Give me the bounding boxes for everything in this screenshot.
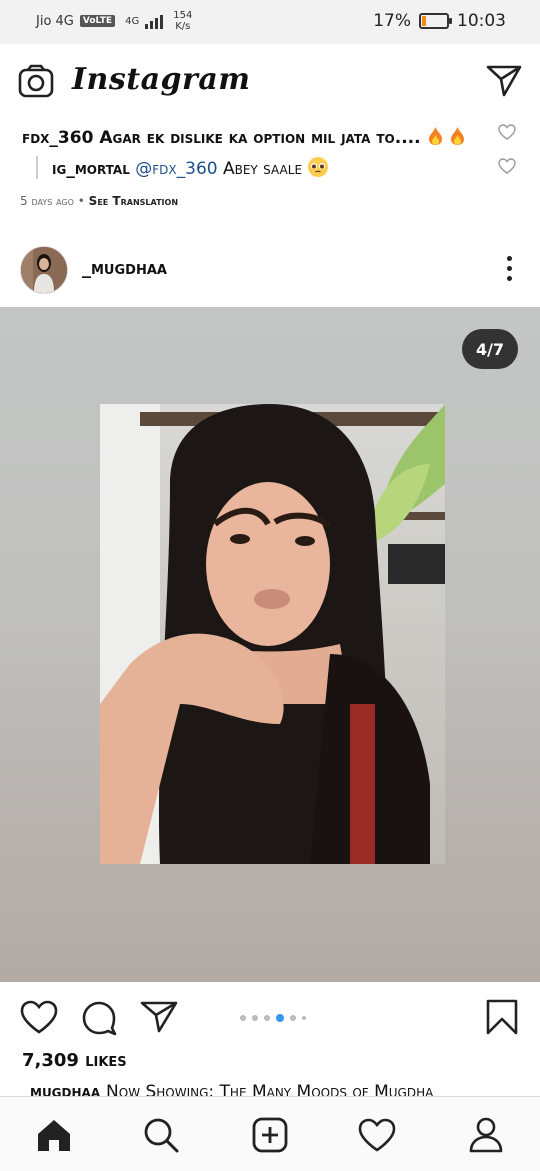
search-icon[interactable]: [141, 1115, 181, 1155]
carousel-dot: [252, 1015, 258, 1021]
net-speed-value: 154: [173, 10, 193, 21]
avatar[interactable]: [20, 246, 68, 294]
reply-text: Abey saale: [222, 159, 303, 179]
network-type: 4G: [125, 15, 140, 27]
comment-text: Agar ek dislike ka option mil jata to...…: [99, 128, 421, 148]
carousel-dot-active: [276, 1014, 284, 1022]
comment: fdx_360 Agar ek dislike ka option mil ja…: [22, 126, 466, 148]
reply-like-icon[interactable]: [498, 158, 516, 178]
status-bar: Jio 4G VoLTE 4G 154 K/s 17% 10:03: [0, 0, 540, 44]
comment-like-icon[interactable]: [498, 124, 516, 144]
comment-meta: 5 days ago • See Translation: [20, 194, 178, 208]
status-left: Jio 4G VoLTE 4G 154 K/s: [36, 10, 192, 32]
net-speed-unit: K/s: [175, 21, 191, 32]
clock: 10:03: [457, 11, 506, 31]
meta-separator: •: [77, 194, 85, 208]
app-header: Instagram: [0, 44, 540, 120]
comment-time: 5 days ago: [20, 194, 74, 208]
carousel-counter: 4/7: [462, 329, 518, 369]
net-speed: 154 K/s: [173, 10, 192, 32]
new-post-icon[interactable]: [250, 1115, 290, 1155]
activity-icon[interactable]: [357, 1115, 397, 1155]
carousel-dots: [240, 1014, 306, 1022]
more-options-icon[interactable]: [507, 256, 512, 281]
comment-icon[interactable]: [81, 1000, 117, 1040]
post-header: _mugdhaa: [0, 236, 540, 306]
reply-mention[interactable]: @fdx_360: [135, 159, 217, 179]
comments-section: fdx_360 Agar ek dislike ka option mil ja…: [0, 120, 540, 228]
volte-badge: VoLTE: [79, 15, 116, 27]
post-username[interactable]: _mugdhaa: [82, 258, 167, 279]
share-icon[interactable]: [140, 1000, 178, 1038]
profile-icon[interactable]: [466, 1115, 506, 1155]
comment-username[interactable]: fdx_360: [22, 128, 93, 148]
carousel-dot: [290, 1015, 296, 1021]
home-icon[interactable]: [34, 1115, 74, 1155]
camera-icon[interactable]: [18, 64, 54, 102]
likes-count[interactable]: 7,309 likes: [22, 1050, 127, 1071]
reply-username[interactable]: ig_mortal: [52, 159, 130, 179]
carousel-dot: [264, 1015, 270, 1021]
reply: ig_mortal @fdx_360 Abey saale: [36, 156, 329, 179]
post-media[interactable]: 4/7: [0, 307, 540, 982]
app-logo: Instagram: [72, 62, 251, 97]
signal-icon: [145, 13, 164, 29]
bookmark-icon[interactable]: [486, 999, 518, 1039]
pleading-face-emoji-icon: [308, 157, 329, 177]
carrier-label: Jio 4G: [36, 13, 74, 29]
see-translation-link[interactable]: See Translation: [89, 194, 178, 208]
status-right: 17% 10:03: [373, 11, 506, 31]
post-actions: [0, 990, 540, 1050]
carousel-dot: [240, 1015, 246, 1021]
fire-emoji-icon: [451, 127, 465, 145]
direct-send-icon[interactable]: [486, 64, 522, 102]
like-icon[interactable]: [20, 1000, 58, 1038]
post-photo: [100, 404, 445, 864]
fire-emoji-icon: [428, 127, 442, 145]
carousel-dot: [302, 1016, 306, 1020]
battery-percent: 17%: [373, 11, 411, 31]
bottom-nav: [0, 1096, 540, 1171]
battery-icon: [419, 13, 452, 29]
